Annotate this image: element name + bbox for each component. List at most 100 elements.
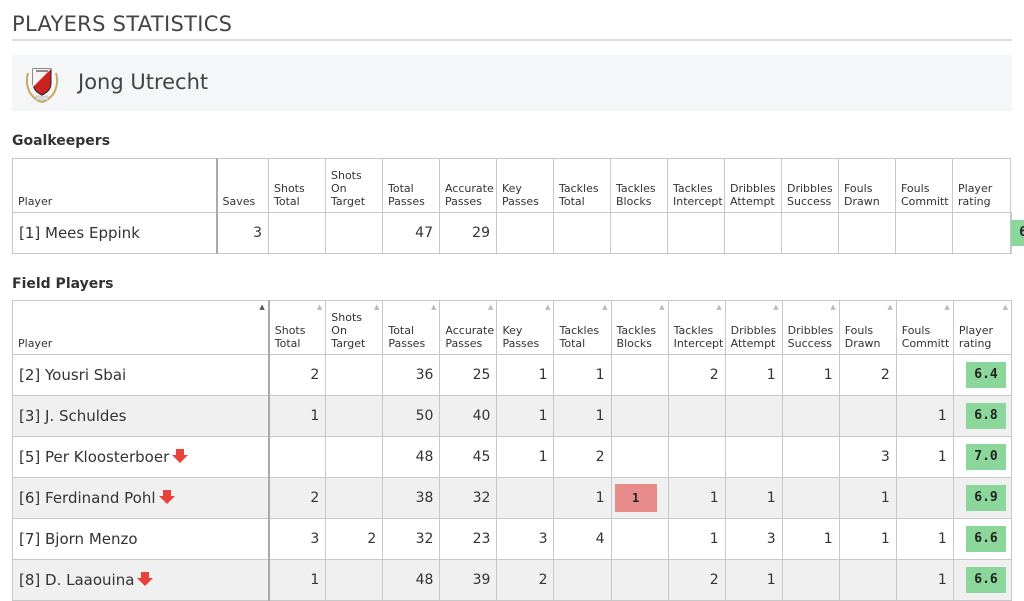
player-rating-cell: 6.8 bbox=[952, 395, 1013, 437]
stat-cell bbox=[610, 518, 669, 560]
stat-cell bbox=[895, 477, 954, 519]
stat-cell: 2 bbox=[268, 354, 327, 396]
table-row: [7] Bjorn Menzo 3 2 32 23 3 4 1 3 1 1 1 6.6 bbox=[11, 518, 1013, 560]
stat-cell: 1 bbox=[838, 518, 897, 560]
player-name[interactable]: [6] Ferdinand Pohl bbox=[19, 489, 156, 507]
stat-cell: 3 bbox=[496, 518, 555, 560]
stat-cell: 1 bbox=[667, 518, 726, 560]
column-header-fouls-drawn: Fouls Drawn bbox=[838, 158, 896, 213]
stat-cell bbox=[838, 212, 896, 254]
stat-cell: 32 bbox=[439, 477, 498, 519]
player-name[interactable]: [5] Per Kloosterboer bbox=[19, 448, 169, 466]
players-statistics-page: PLAYERS STATISTICS Jong Utrecht Goalkeep… bbox=[0, 0, 1024, 601]
stat-cell: 50 bbox=[382, 395, 441, 437]
column-header-fouls-committ: Fouls Committ bbox=[895, 158, 953, 213]
player-rating-cell: 6.6 bbox=[952, 518, 1013, 560]
player-name[interactable]: [8] D. Laaouina bbox=[19, 571, 134, 589]
player-rating-badge: 6.6 bbox=[966, 526, 1006, 552]
player-rating-badge: 6.8 bbox=[966, 403, 1006, 429]
column-header-player-rating[interactable]: Player rating ▲ bbox=[952, 300, 1013, 355]
stat-cell: 48 bbox=[382, 559, 441, 601]
stat-cell: 36 bbox=[382, 354, 441, 396]
table-row: [5] Per Kloosterboer 48 45 1 2 3 1 7.0 bbox=[11, 436, 1013, 478]
column-header-tackles-blocks[interactable]: Tackles Blocks ▲ bbox=[610, 300, 669, 355]
player-name-cell: [2] Yousri Sbai bbox=[11, 354, 270, 396]
stat-cell: 1 bbox=[496, 436, 555, 478]
stat-cell: 1 bbox=[895, 518, 954, 560]
stat-cell bbox=[781, 395, 840, 437]
page-title: PLAYERS STATISTICS bbox=[12, 12, 233, 36]
sort-arrow-icon: ▲ bbox=[830, 303, 836, 311]
column-header-tackles-total[interactable]: Tackles Total ▲ bbox=[553, 300, 612, 355]
player-name[interactable]: [2] Yousri Sbai bbox=[19, 366, 126, 384]
stat-cell bbox=[496, 212, 554, 254]
player-name-cell: [1] Mees Eppink bbox=[12, 212, 218, 254]
table-row: [6] Ferdinand Pohl 2 38 32 1 1 1 1 1 6.9 bbox=[11, 477, 1013, 519]
player-rating-badge: 6.6 bbox=[966, 567, 1006, 593]
stat-cell bbox=[268, 212, 326, 254]
column-header-key-passes[interactable]: Key Passes ▲ bbox=[496, 300, 555, 355]
player-rating-badge: 6.9 bbox=[1011, 220, 1024, 246]
sort-arrow-icon: ▲ bbox=[1002, 303, 1008, 311]
player-rating-cell: 6.9 bbox=[1010, 212, 1024, 254]
team-name: Jong Utrecht bbox=[78, 70, 209, 94]
column-header-tackles-intercept[interactable]: Tackles Intercept ▲ bbox=[667, 300, 726, 355]
field-players-table: Player ▲ Shots Total ▲ Shots On Target ▲ Total Pas… bbox=[11, 300, 1013, 601]
column-header-fouls-drawn[interactable]: Fouls Drawn ▲ bbox=[838, 300, 897, 355]
column-header-shots-total: Shots Total bbox=[268, 158, 326, 213]
stat-cell bbox=[325, 436, 384, 478]
stat-cell: 2 bbox=[553, 436, 612, 478]
substituted-off-arrow-icon bbox=[158, 490, 175, 504]
stat-cell: 40 bbox=[439, 395, 498, 437]
player-name[interactable]: [1] Mees Eppink bbox=[19, 224, 140, 242]
player-name[interactable]: [7] Bjorn Menzo bbox=[19, 530, 138, 548]
column-header-total-passes[interactable]: Total Passes ▲ bbox=[382, 300, 441, 355]
stat-cell: 1 bbox=[895, 395, 954, 437]
column-header-accurate-passes[interactable]: Accurate Passes ▲ bbox=[439, 300, 498, 355]
column-header-shots-total[interactable]: Shots Total ▲ bbox=[268, 300, 327, 355]
stat-cell bbox=[268, 436, 327, 478]
stat-cell: 1 bbox=[268, 559, 327, 601]
stat-cell: 48 bbox=[382, 436, 441, 478]
stat-cell: 1 bbox=[781, 354, 840, 396]
stat-cell bbox=[667, 212, 725, 254]
player-rating-cell: 6.4 bbox=[952, 354, 1013, 396]
stat-cell bbox=[895, 212, 953, 254]
stat-cell bbox=[553, 212, 611, 254]
column-header-dribbles-attempt: Dribbles Attempt bbox=[724, 158, 782, 213]
player-rating-cell: 6.6 bbox=[952, 559, 1013, 601]
stat-cell: 2 bbox=[838, 354, 897, 396]
fc-utrecht-crest-icon bbox=[25, 68, 59, 103]
column-header-player[interactable]: Player ▲ bbox=[11, 300, 270, 355]
column-header-dribbles-attempt[interactable]: Dribbles Attempt ▲ bbox=[724, 300, 783, 355]
player-name[interactable]: [3] J. Schuldes bbox=[19, 407, 127, 425]
stat-cell bbox=[553, 559, 612, 601]
player-name-cell: [6] Ferdinand Pohl bbox=[11, 477, 270, 519]
player-name-cell: [3] J. Schuldes bbox=[11, 395, 270, 437]
column-header-fouls-committ[interactable]: Fouls Committ ▲ bbox=[895, 300, 954, 355]
stat-cell: 1 bbox=[781, 518, 840, 560]
sort-arrow-icon: ▲ bbox=[431, 303, 437, 311]
column-header-player: Player bbox=[12, 158, 218, 213]
stat-cell: 1 bbox=[496, 354, 555, 396]
stat-cell bbox=[610, 436, 669, 478]
stat-cell bbox=[325, 559, 384, 601]
table-row: [2] Yousri Sbai 2 36 25 1 1 2 1 1 2 6.4 bbox=[11, 354, 1013, 396]
stat-cell: 2 bbox=[496, 559, 555, 601]
column-header-dribbles-success[interactable]: Dribbles Success ▲ bbox=[781, 300, 840, 355]
column-header-accurate-passes: Accurate Passes bbox=[439, 158, 497, 213]
goalkeepers-section-title: Goalkeepers bbox=[12, 133, 111, 149]
stat-cell: 1 bbox=[268, 395, 327, 437]
stat-cell: 4 bbox=[553, 518, 612, 560]
stat-cell: 2 bbox=[667, 354, 726, 396]
team-header: Jong Utrecht bbox=[12, 55, 1012, 111]
substituted-off-arrow-icon bbox=[172, 449, 189, 463]
substituted-off-arrow-icon bbox=[137, 572, 154, 586]
sort-arrow-icon: ▲ bbox=[602, 303, 608, 311]
column-header-tackles-total: Tackles Total bbox=[553, 158, 611, 213]
column-header-shots-on-target[interactable]: Shots On Target ▲ bbox=[325, 300, 384, 355]
stat-cell: 47 bbox=[382, 212, 440, 254]
stat-cell bbox=[325, 477, 384, 519]
stat-cell: 3 bbox=[216, 212, 269, 254]
table-row: [1] Mees Eppink 3 4729 6.9 bbox=[12, 212, 1024, 254]
